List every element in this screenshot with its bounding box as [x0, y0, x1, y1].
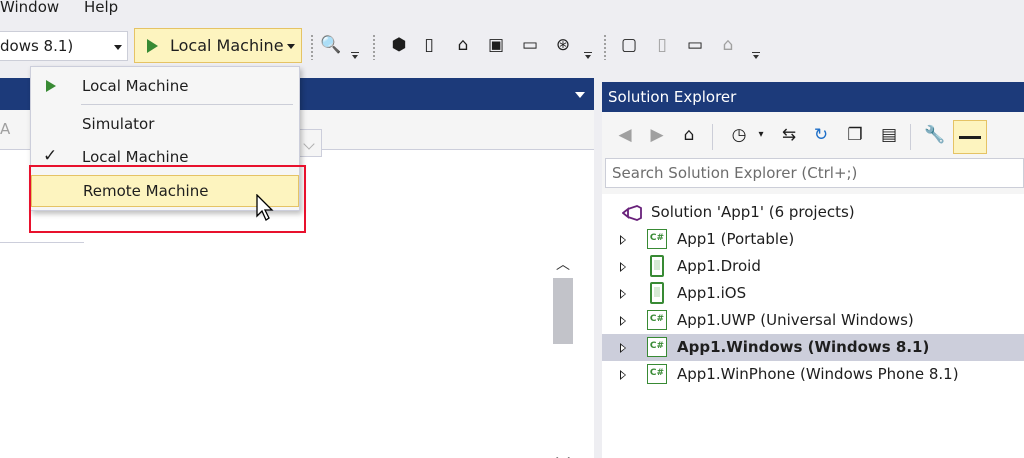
- show-all-files-icon[interactable]: ▤: [878, 124, 900, 146]
- tree-node-app1-ios[interactable]: App1.iOS: [602, 280, 1024, 307]
- solution-explorer-title: Solution Explorer: [602, 82, 1024, 112]
- mouse-cursor-icon: [256, 194, 274, 221]
- run-target-button[interactable]: Local Machine: [134, 28, 302, 63]
- csharp-project-icon: C#: [647, 310, 667, 330]
- chevron-down-icon: [114, 45, 122, 50]
- toolbar-overflow-icon[interactable]: [351, 52, 359, 60]
- csharp-project-icon: C#: [647, 364, 667, 384]
- expand-icon[interactable]: [620, 262, 626, 272]
- expand-icon[interactable]: [620, 235, 626, 245]
- play-icon: [46, 80, 56, 92]
- solution-tree: Solution 'App1' (6 projects) C# App1 (Po…: [602, 194, 1024, 458]
- back-icon: ◀: [618, 124, 632, 145]
- toolbar-grip[interactable]: [372, 34, 376, 60]
- tree-node-label: App1 (Portable): [677, 230, 795, 248]
- preview-toggle-button[interactable]: [953, 120, 987, 154]
- phone-icon[interactable]: ▯: [418, 34, 440, 56]
- play-icon: [147, 39, 158, 53]
- phone-project-icon: [650, 282, 664, 304]
- menu-window[interactable]: Window: [0, 0, 59, 16]
- subbar-label: A: [0, 120, 11, 138]
- pending-changes-icon[interactable]: ◷: [728, 124, 750, 146]
- device-icon[interactable]: ⬢: [388, 34, 410, 56]
- find-icon[interactable]: 🔍: [320, 34, 342, 56]
- scroll-up-icon[interactable]: ︿: [549, 254, 577, 274]
- divider: [0, 242, 84, 243]
- menu-item-simulator[interactable]: Simulator: [31, 110, 299, 138]
- menu-item-local-machine-run[interactable]: Local Machine: [31, 72, 299, 100]
- tree-node-label: App1.UWP (Universal Windows): [677, 311, 914, 329]
- expand-icon[interactable]: [620, 316, 626, 326]
- tree-node-label: App1.iOS: [677, 284, 747, 302]
- platform-combo[interactable]: dows 8.1): [0, 31, 128, 61]
- solution-node[interactable]: Solution 'App1' (6 projects): [602, 199, 1024, 226]
- phone-project-icon: [650, 255, 664, 277]
- subbar-combo[interactable]: [298, 129, 322, 157]
- tab-dropdown-icon[interactable]: [575, 92, 585, 98]
- solution-explorer-toolbar: ◀ ▶ ⌂ ◷ ▾ ⇆ ↻ ❐ ▤ 🔧: [602, 112, 1024, 156]
- run-target-label: Local Machine: [170, 36, 284, 55]
- menu-item-label: Local Machine: [82, 77, 189, 95]
- csharp-project-icon: C#: [647, 337, 667, 357]
- solution-explorer-search-input[interactable]: Search Solution Explorer (Ctrl+;): [605, 158, 1024, 188]
- toolbar-grip[interactable]: [310, 34, 314, 60]
- robot-disabled-icon: ⌂: [722, 34, 734, 55]
- checkmark-icon: ✓: [43, 146, 58, 166]
- tree-node-label: App1.Droid: [677, 257, 761, 275]
- toolbar-grip[interactable]: [603, 34, 607, 60]
- toolbar-overflow-icon[interactable]: [752, 52, 760, 60]
- tree-node-label: App1.Windows (Windows 8.1): [677, 338, 930, 356]
- tree-node-app1-winphone[interactable]: C# App1.WinPhone (Windows Phone 8.1): [602, 361, 1024, 388]
- csharp-project-icon: C#: [647, 229, 667, 249]
- tree-node-app1-portable[interactable]: C# App1 (Portable): [602, 226, 1024, 253]
- toolbar-overflow-icon[interactable]: [584, 52, 592, 60]
- toolbar-separator: [910, 124, 911, 150]
- menu-separator: [81, 104, 293, 105]
- collapse-all-icon[interactable]: ❐: [844, 124, 866, 146]
- properties-icon[interactable]: 🔧: [924, 124, 946, 146]
- refresh-icon[interactable]: ↻: [810, 124, 832, 146]
- expand-icon[interactable]: [620, 370, 626, 380]
- scroll-down-icon[interactable]: ﹀: [549, 454, 577, 458]
- tree-node-label: App1.WinPhone (Windows Phone 8.1): [677, 365, 959, 383]
- robot-icon[interactable]: ⌂: [452, 34, 474, 56]
- solution-icon: [622, 205, 642, 221]
- globe-icon[interactable]: ⊛: [552, 34, 574, 56]
- monitor-icon[interactable]: ▢: [618, 34, 640, 56]
- toolbar-separator: [712, 124, 713, 150]
- solution-node-label: Solution 'App1' (6 projects): [651, 203, 855, 221]
- chevron-down-icon[interactable]: ▾: [750, 124, 772, 146]
- expand-icon[interactable]: [620, 289, 626, 299]
- tablet-icon[interactable]: ▭: [684, 34, 706, 56]
- platform-combo-value: dows 8.1): [0, 37, 74, 55]
- menu-help[interactable]: Help: [84, 0, 118, 16]
- expand-icon[interactable]: [620, 343, 626, 353]
- preview-icon: [959, 136, 981, 139]
- solution-explorer-panel: Solution Explorer ◀ ▶ ⌂ ◷ ▾ ⇆ ↻ ❐ ▤ 🔧 Se…: [602, 82, 1024, 458]
- console-icon[interactable]: ▣: [485, 34, 507, 56]
- chevron-down-icon[interactable]: [287, 44, 295, 49]
- menu-item-label: Local Machine: [82, 148, 189, 166]
- tree-node-app1-uwp[interactable]: C# App1.UWP (Universal Windows): [602, 307, 1024, 334]
- tree-node-app1-windows[interactable]: C# App1.Windows (Windows 8.1): [602, 334, 1024, 361]
- menu-bar: Window Help: [0, 0, 1024, 22]
- scroll-thumb[interactable]: [553, 278, 573, 344]
- splitter[interactable]: [594, 78, 602, 458]
- tablet-icon[interactable]: ▭: [519, 34, 541, 56]
- vertical-scrollbar[interactable]: ︿ ﹀: [549, 254, 577, 458]
- phone-disabled-icon: ▯: [657, 34, 667, 55]
- menu-item-label: Simulator: [82, 115, 155, 133]
- forward-icon: ▶: [650, 124, 664, 145]
- tree-node-app1-droid[interactable]: App1.Droid: [602, 253, 1024, 280]
- sync-icon[interactable]: ⇆: [778, 124, 800, 146]
- standard-toolbar: dows 8.1) Local Machine 🔍 ⬢ ▯ ⌂ ▣ ▭ ⊛ ▢ …: [0, 26, 1024, 68]
- home-icon[interactable]: ⌂: [678, 124, 700, 146]
